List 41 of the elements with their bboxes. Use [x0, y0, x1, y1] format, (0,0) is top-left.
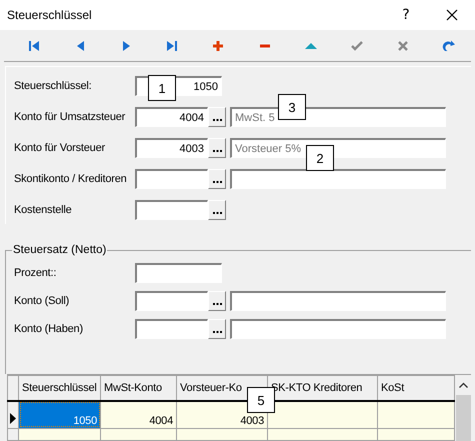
table-cell[interactable]: 1050: [18, 400, 100, 428]
field-label: Konto für Umsatzsteuer: [14, 111, 126, 123]
account-field[interactable]: [135, 169, 208, 189]
close-icon: [446, 9, 458, 21]
column-header[interactable]: SK-KTO Kreditoren: [268, 376, 378, 401]
scroll-thumb[interactable]: [456, 395, 470, 441]
description-field[interactable]: [230, 169, 446, 189]
field-label: Konto (Haben): [14, 322, 84, 334]
account-field[interactable]: [135, 318, 208, 338]
window-title: Steuerschlüssel: [7, 8, 93, 22]
description-field[interactable]: [230, 318, 446, 338]
callout-tooltip: 5: [247, 387, 275, 413]
group-title: Steuersatz (Netto): [12, 244, 108, 256]
lookup-button[interactable]: [208, 169, 226, 189]
callout-tooltip: 2: [306, 145, 334, 171]
account-field[interactable]: 4004: [135, 107, 208, 127]
account-field[interactable]: [135, 290, 208, 310]
lookup-button[interactable]: [208, 290, 226, 310]
field-label: Konto (Soll): [14, 294, 70, 306]
account-field[interactable]: 4003: [135, 138, 208, 158]
code-field[interactable]: [135, 262, 222, 282]
field-label: Steuerschlüssel:: [14, 80, 93, 92]
scroll-up-icon[interactable]: [458, 382, 468, 388]
field-label: Kostenstelle: [14, 204, 73, 216]
callout-tooltip: 3: [278, 94, 306, 120]
column-header[interactable]: MwSt-Konto: [100, 376, 176, 401]
column-header[interactable]: Steuerschlüssel: [18, 376, 100, 401]
field-label: Skontikonto / Kreditoren: [14, 173, 128, 185]
lookup-button[interactable]: [208, 138, 226, 158]
lookup-button[interactable]: [208, 107, 226, 127]
field-label: Prozent::: [14, 266, 58, 278]
description-field[interactable]: [230, 290, 446, 310]
field-label: Konto für Vorsteuer: [14, 142, 106, 154]
callout-tooltip: 1: [148, 75, 176, 101]
lookup-button[interactable]: [208, 200, 226, 220]
table-cell[interactable]: 4004: [100, 400, 176, 428]
help-button[interactable]: ?: [383, 0, 429, 30]
column-header[interactable]: KoSt: [378, 376, 454, 401]
lookup-button[interactable]: [208, 318, 226, 338]
account-field[interactable]: [135, 200, 208, 220]
table-cell[interactable]: [378, 400, 454, 428]
